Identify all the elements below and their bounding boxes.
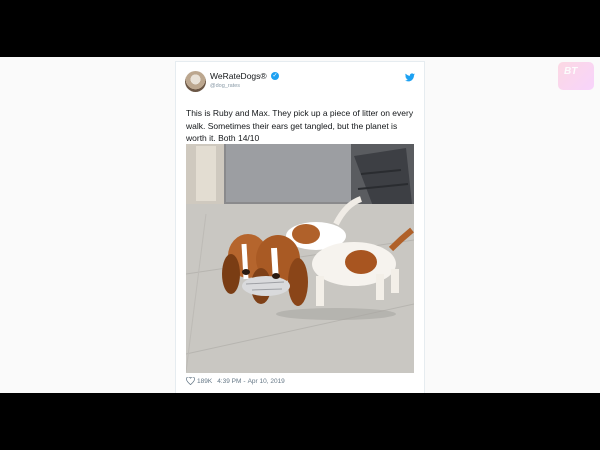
watermark-text: BT <box>564 66 578 77</box>
tweet-date[interactable]: Apr 10, 2019 <box>248 378 285 385</box>
tweet-image[interactable] <box>186 144 414 373</box>
twitter-bird-icon[interactable] <box>405 73 415 82</box>
watermark-logo: BT <box>558 62 594 90</box>
tweet-card[interactable]: WeRateDogs® ✓ @dog_rates This is Ruby an… <box>175 61 425 393</box>
display-name[interactable]: WeRateDogs® <box>210 71 267 81</box>
tweet-footer: 189K 4:39 PM - Apr 10, 2019 <box>186 377 285 385</box>
footer-separator: - <box>243 377 246 385</box>
verified-icon: ✓ <box>271 72 279 80</box>
tweet-time[interactable]: 4:39 PM <box>217 378 241 385</box>
dogs-photo-icon <box>186 144 414 373</box>
tweet-text: This is Ruby and Max. They pick up a pie… <box>186 108 414 143</box>
handle[interactable]: @dog_rates <box>210 83 240 89</box>
heart-icon[interactable] <box>186 377 195 385</box>
avatar[interactable] <box>185 71 206 92</box>
content-area: WeRateDogs® ✓ @dog_rates This is Ruby an… <box>0 57 600 393</box>
like-count[interactable]: 189K <box>197 378 212 385</box>
